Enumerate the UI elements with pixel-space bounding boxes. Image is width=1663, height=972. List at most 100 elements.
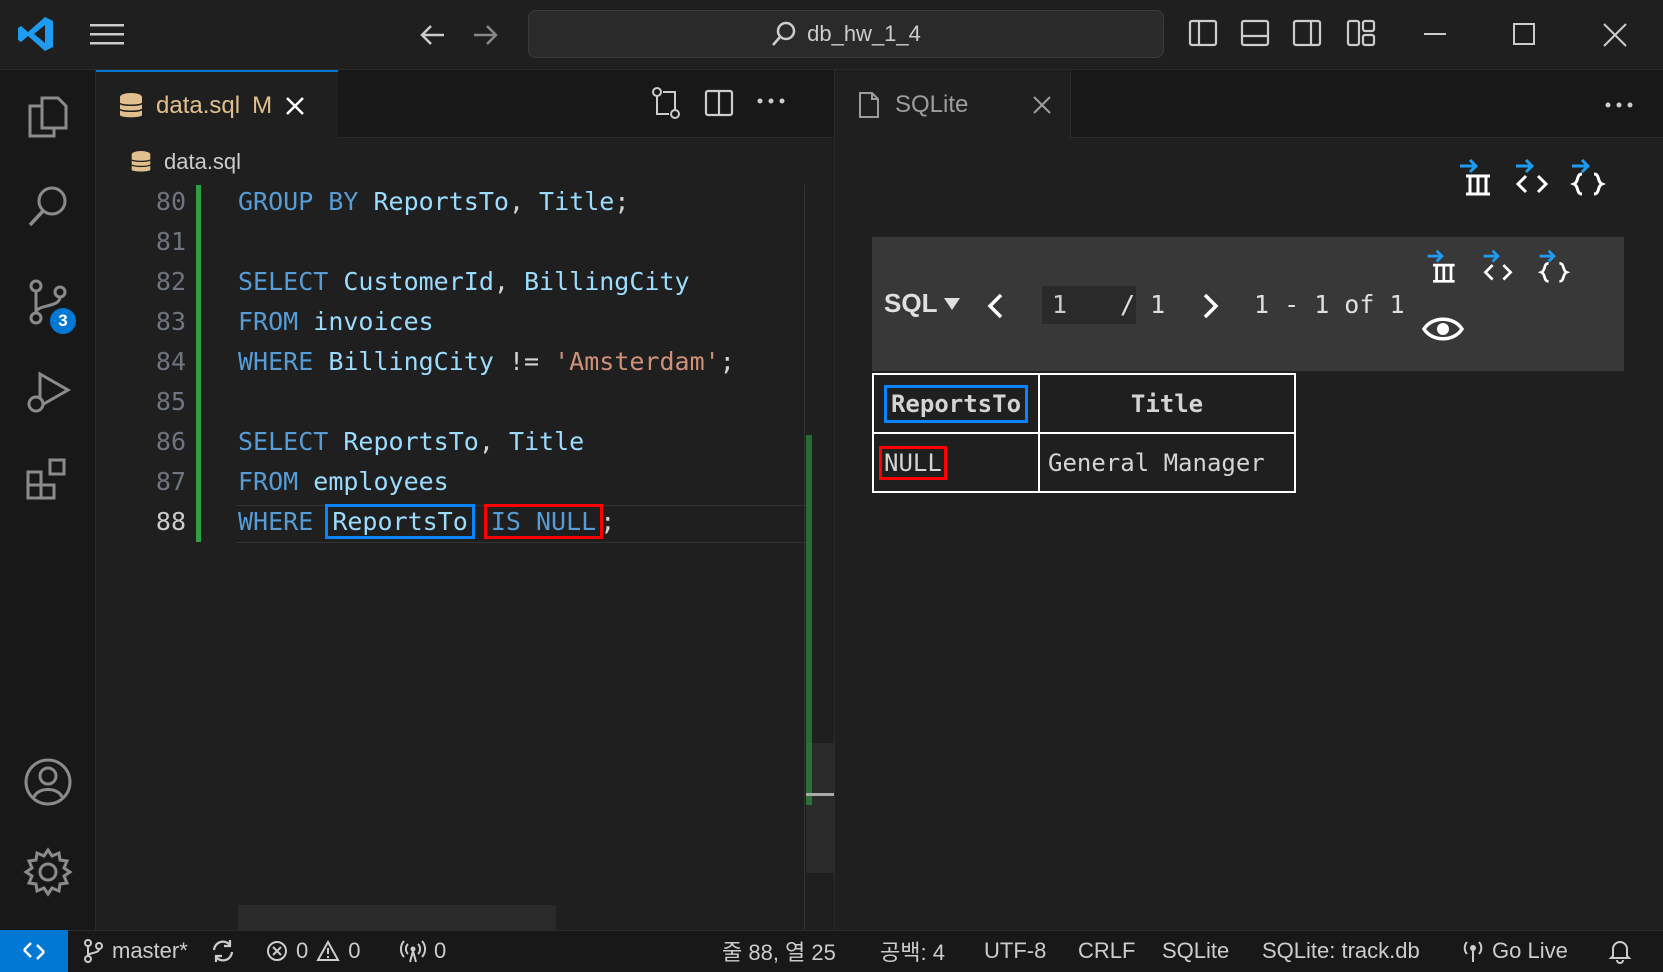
code-token: ; bbox=[614, 187, 630, 216]
page-total: / 1 bbox=[1120, 290, 1166, 319]
column-header[interactable]: ReportsTo bbox=[872, 373, 1040, 434]
branch-name: master* bbox=[112, 938, 188, 963]
code-token: Title bbox=[508, 427, 585, 456]
code-line[interactable]: WHERE BillingCity != 'Amsterdam'; bbox=[238, 347, 735, 376]
sync-icon[interactable] bbox=[210, 930, 236, 972]
menu-icon[interactable] bbox=[90, 20, 124, 48]
code-token: FROM bbox=[238, 467, 314, 496]
tab-modified-indicator: M bbox=[252, 91, 273, 119]
table-row: NULL General Manager bbox=[872, 432, 1296, 493]
database-file-icon bbox=[118, 92, 144, 120]
export-csv-icon[interactable] bbox=[1456, 158, 1496, 196]
cursor-position[interactable]: 줄 88, 열 25 bbox=[722, 930, 836, 972]
go-live-label: Go Live bbox=[1492, 938, 1568, 963]
more-actions-icon[interactable] bbox=[756, 96, 786, 106]
extensions-icon[interactable] bbox=[22, 452, 74, 504]
toggle-primary-sidebar-icon[interactable] bbox=[1188, 18, 1218, 48]
column-header[interactable]: Title bbox=[1038, 373, 1296, 434]
workspace-name: db_hw_1_4 bbox=[807, 21, 921, 46]
code-line[interactable]: SELECT CustomerId, BillingCity bbox=[238, 267, 690, 296]
code-token: SELECT bbox=[238, 267, 344, 296]
next-page-icon[interactable] bbox=[1200, 292, 1222, 320]
sql-mode-dropdown[interactable]: SQL bbox=[884, 288, 961, 319]
git-added-gutter bbox=[196, 185, 201, 542]
code-line[interactable]: FROM invoices bbox=[238, 307, 434, 336]
code-token: invoices bbox=[313, 307, 434, 336]
search-icon[interactable] bbox=[22, 180, 74, 232]
customize-layout-icon[interactable] bbox=[1346, 18, 1376, 48]
split-editor-icon[interactable] bbox=[704, 88, 734, 118]
error-icon bbox=[266, 940, 288, 962]
notifications-bell-icon[interactable] bbox=[1608, 930, 1632, 972]
source-control-badge: 3 bbox=[48, 306, 78, 336]
eye-icon[interactable] bbox=[1422, 314, 1464, 344]
export-html-icon[interactable] bbox=[1480, 248, 1516, 284]
code-token: ; bbox=[719, 347, 735, 376]
export-json-icon[interactable] bbox=[1568, 158, 1608, 196]
result-table: ReportsTo Title NULL General Manager bbox=[872, 373, 1296, 493]
code-line[interactable]: GROUP BY ReportsTo, Title; bbox=[238, 187, 629, 216]
tab-data-sql[interactable]: data.sql M bbox=[96, 70, 338, 139]
code-token: employees bbox=[313, 467, 449, 496]
go-live-button[interactable]: Go Live bbox=[1462, 930, 1568, 972]
code-token: 'Amsterdam' bbox=[554, 347, 720, 376]
previous-page-icon[interactable] bbox=[984, 292, 1006, 320]
tab-filename: data.sql bbox=[156, 91, 241, 119]
code-token: BillingCity bbox=[328, 347, 494, 376]
close-tab-icon[interactable] bbox=[1032, 95, 1052, 115]
error-count: 0 bbox=[296, 938, 309, 963]
code-line[interactable]: WHERE ReportsTo IS NULL; bbox=[238, 504, 615, 539]
open-changes-icon[interactable] bbox=[650, 86, 682, 120]
overview-ruler-change bbox=[806, 435, 812, 805]
remote-icon bbox=[21, 938, 47, 964]
run-debug-icon[interactable] bbox=[22, 366, 74, 418]
table-cell[interactable]: General Manager bbox=[1038, 432, 1296, 493]
code-token: , bbox=[478, 427, 509, 456]
tab-sqlite[interactable]: SQLite bbox=[835, 70, 1071, 139]
toggle-secondary-sidebar-icon[interactable] bbox=[1292, 18, 1322, 48]
toggle-panel-icon[interactable] bbox=[1240, 18, 1270, 48]
broadcast-icon bbox=[400, 939, 426, 963]
close-window-icon[interactable] bbox=[1602, 22, 1628, 48]
line-ending[interactable]: CRLF bbox=[1078, 930, 1135, 972]
code-editor[interactable]: 80 GROUP BY ReportsTo, Title; 81 82 SELECT C… bbox=[96, 185, 834, 930]
minimize-icon[interactable] bbox=[1422, 20, 1448, 46]
more-actions-icon[interactable] bbox=[1604, 100, 1634, 110]
export-csv-icon[interactable] bbox=[1424, 248, 1460, 284]
problems-indicator[interactable]: 0 0 bbox=[266, 930, 361, 972]
code-token: ReportsTo bbox=[325, 504, 475, 539]
encoding[interactable]: UTF-8 bbox=[984, 930, 1046, 972]
ports-indicator[interactable]: 0 bbox=[400, 930, 446, 972]
branch-indicator[interactable]: master* bbox=[82, 930, 188, 972]
indentation[interactable]: 공백: 4 bbox=[880, 930, 945, 972]
code-line[interactable]: FROM employees bbox=[238, 467, 449, 496]
language-mode[interactable]: SQLite bbox=[1162, 930, 1229, 972]
line-number: 81 bbox=[155, 227, 186, 256]
command-center-search[interactable]: db_hw_1_4 bbox=[528, 10, 1164, 58]
cell-value: General Manager bbox=[1048, 448, 1265, 477]
export-json-icon[interactable] bbox=[1536, 248, 1572, 284]
overview-cursor-marker bbox=[806, 793, 834, 796]
settings-gear-icon[interactable] bbox=[22, 846, 74, 898]
export-html-icon[interactable] bbox=[1512, 158, 1552, 196]
ports-count: 0 bbox=[434, 938, 447, 963]
explorer-icon[interactable] bbox=[22, 90, 74, 142]
remote-indicator[interactable] bbox=[0, 930, 68, 972]
sqlite-database[interactable]: SQLite: track.db bbox=[1262, 930, 1420, 972]
horizontal-scrollbar-thumb[interactable] bbox=[238, 905, 556, 930]
line-number: 85 bbox=[155, 387, 186, 416]
code-token: GROUP BY bbox=[238, 187, 374, 216]
forward-arrow-icon[interactable] bbox=[470, 20, 500, 50]
tab-title: SQLite bbox=[895, 90, 969, 118]
close-tab-icon[interactable] bbox=[284, 95, 306, 117]
code-line[interactable]: SELECT ReportsTo, Title bbox=[238, 427, 584, 456]
breadcrumb[interactable]: data.sql bbox=[96, 139, 834, 185]
maximize-icon[interactable] bbox=[1512, 22, 1536, 46]
code-token: WHERE bbox=[238, 347, 329, 376]
back-arrow-icon[interactable] bbox=[418, 20, 448, 50]
sql-mode-label: SQL bbox=[884, 288, 938, 318]
account-icon[interactable] bbox=[22, 756, 74, 808]
line-number: 80 bbox=[155, 187, 186, 216]
code-token: WHERE bbox=[238, 507, 329, 536]
table-cell[interactable]: NULL bbox=[872, 432, 1040, 493]
